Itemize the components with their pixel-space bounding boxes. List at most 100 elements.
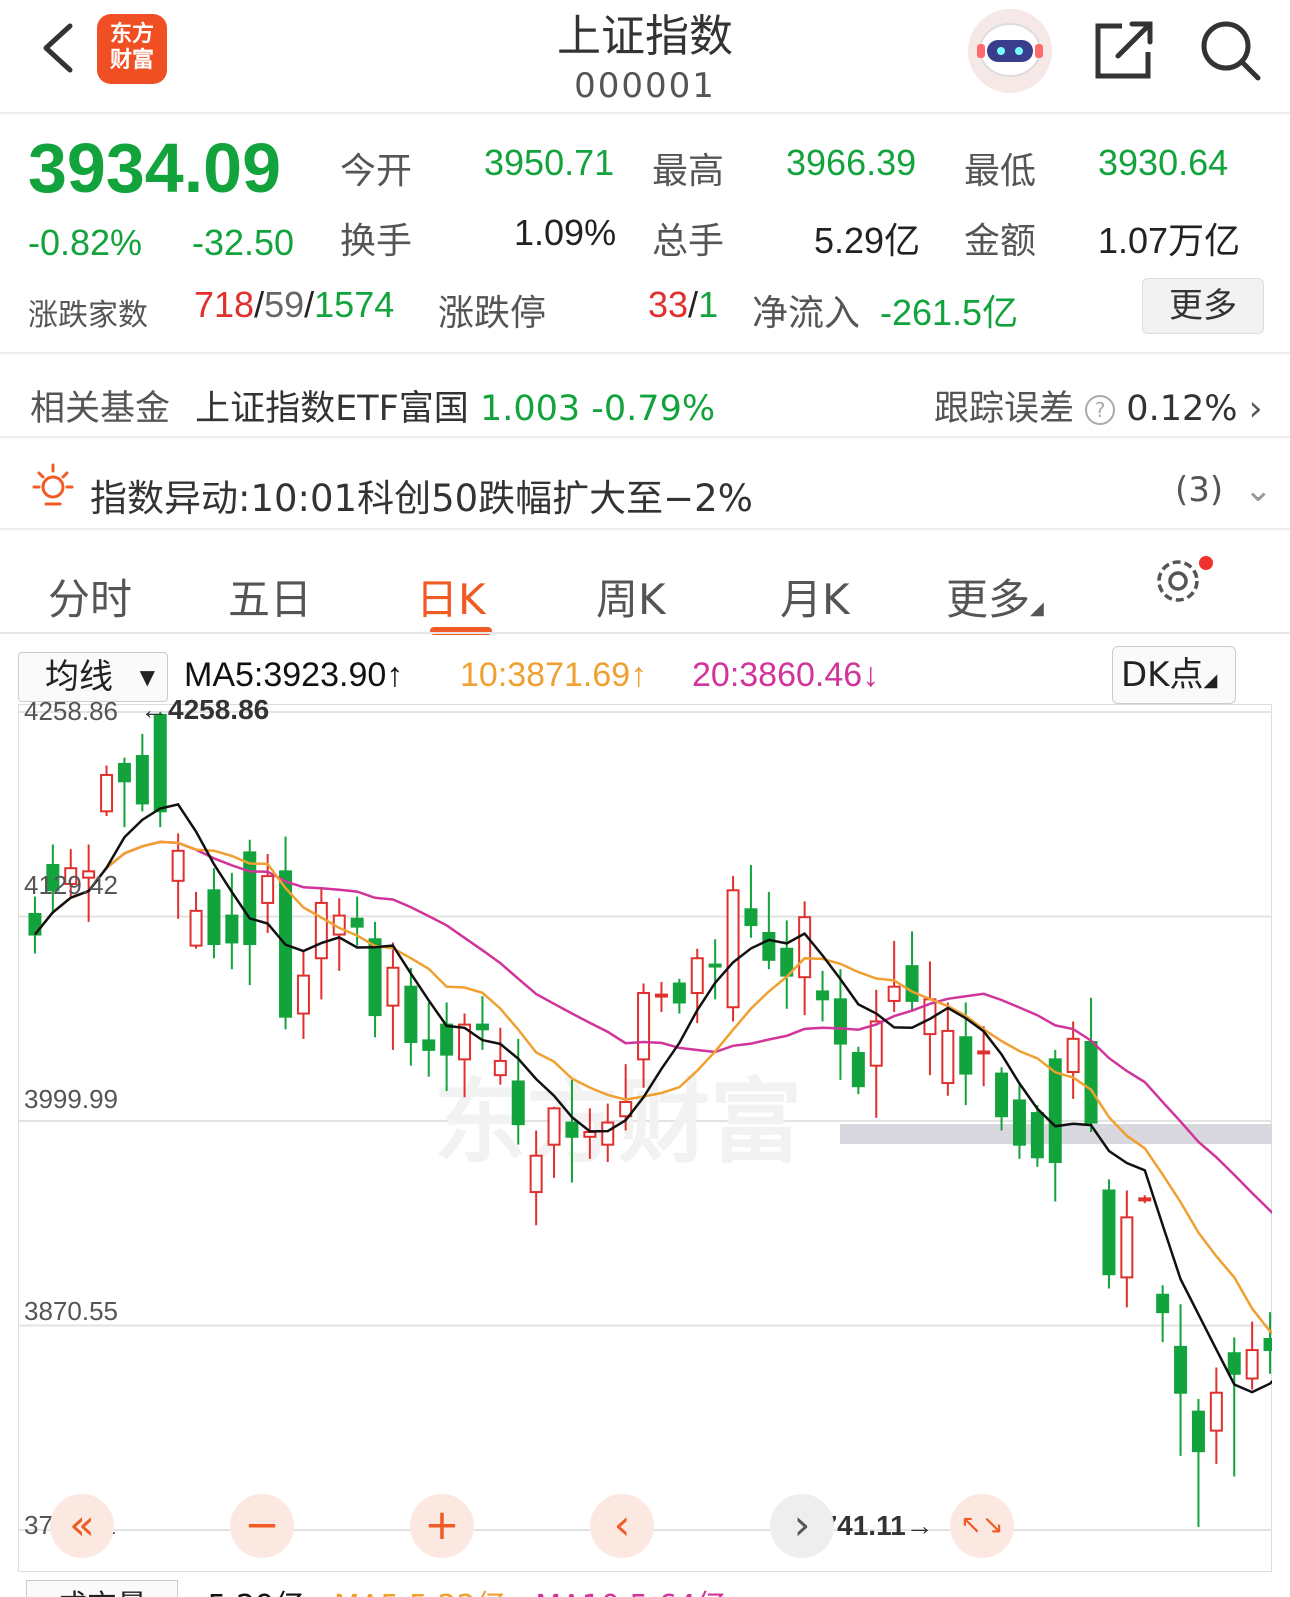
candle-up xyxy=(171,849,185,882)
candle-down xyxy=(708,963,722,968)
y-tick-label: 3999.99 xyxy=(24,1084,118,1114)
limit-values: 33/1 xyxy=(648,284,719,325)
candle-down xyxy=(1263,1338,1272,1352)
candle-up xyxy=(100,773,114,813)
settings-gear-icon[interactable] xyxy=(1152,554,1218,606)
change-percent: -0.82% xyxy=(28,222,143,263)
volume-indicator-row[interactable]: 成交量 5.29亿 MA5 5.22亿 MA10 5.64亿 xyxy=(26,1580,726,1597)
open-value: 3950.71 xyxy=(484,142,615,183)
related-fund-row[interactable]: 相关基金 上证指数ETF富国 1.003 -0.79% xyxy=(30,380,715,431)
candle-up xyxy=(493,1059,507,1077)
candle-up xyxy=(1066,1037,1080,1073)
tab-daily-k[interactable]: 日K xyxy=(416,566,486,627)
candle-up xyxy=(977,1050,991,1055)
breadth-flat: 59 xyxy=(264,284,305,325)
alert-label: 指数异动: xyxy=(90,477,251,520)
candle-down xyxy=(1191,1410,1205,1453)
candle-down xyxy=(1012,1099,1026,1146)
limit-label: 涨跌停 xyxy=(438,293,547,334)
candle-down xyxy=(1102,1189,1116,1276)
candle-down xyxy=(744,908,758,927)
corner-triangle-icon: ◢ xyxy=(1203,670,1218,691)
y-tick-label: 3870.55 xyxy=(24,1296,118,1326)
candle-down xyxy=(1030,1112,1044,1159)
netflow-value: -261.5亿 xyxy=(880,292,1019,333)
tab-more[interactable]: 更多◢ xyxy=(946,566,1044,627)
zoom-in-button[interactable]: + xyxy=(410,1494,474,1558)
current-price: 3934.09 xyxy=(28,129,282,207)
candle-down xyxy=(207,889,221,946)
candle-down xyxy=(1227,1352,1241,1375)
candle-up xyxy=(1138,1197,1152,1202)
candle-down xyxy=(1084,1040,1098,1124)
fund-label: 相关基金 xyxy=(30,389,171,429)
divider xyxy=(0,352,1290,354)
candle-up xyxy=(726,889,740,1009)
tracking-error-value: 0.12% xyxy=(1126,389,1238,429)
open-label: 今开 xyxy=(340,151,413,192)
more-quote-button[interactable]: 更多 xyxy=(1142,278,1264,334)
tab-more-label: 更多 xyxy=(946,575,1031,624)
change-value: -32.50 xyxy=(192,222,295,263)
dk-point-button[interactable]: DK点◢ xyxy=(1112,646,1236,704)
candle-up xyxy=(386,966,400,1007)
candle-up xyxy=(1120,1216,1134,1279)
candle-down xyxy=(440,1023,454,1056)
dk-point-label: DK点 xyxy=(1121,655,1204,695)
breadth-down: 1574 xyxy=(314,284,395,325)
expand-button[interactable]: ↖↘ xyxy=(950,1494,1014,1558)
y-tick-label: 4258.86 xyxy=(24,696,118,726)
ai-assistant-robot-icon[interactable] xyxy=(965,6,1055,96)
fund-change: -0.79% xyxy=(591,389,716,429)
turnover-value: 1.09% xyxy=(514,212,617,253)
candle-down xyxy=(995,1072,1009,1118)
netflow-label: 净流入 xyxy=(752,293,861,334)
candle-down xyxy=(1174,1345,1188,1394)
candle-up xyxy=(314,901,328,960)
tab-intraday[interactable]: 分时 xyxy=(48,566,132,627)
breadth-values: 718/59/1574 xyxy=(194,284,395,325)
volume-select[interactable]: 成交量 xyxy=(26,1580,178,1597)
chevron-right-icon: › xyxy=(1248,389,1263,429)
divider xyxy=(0,632,1290,634)
amount-value: 1.07万亿 xyxy=(1098,220,1241,261)
fund-name: 上证指数ETF富国 xyxy=(195,389,469,429)
top-bar: 东方 财富 上证指数 000001 xyxy=(0,0,1290,114)
candle-up xyxy=(690,957,704,995)
tracking-error-label: 跟踪误差 xyxy=(934,389,1075,429)
candle-down xyxy=(350,917,364,928)
fast-back-button[interactable]: « xyxy=(50,1494,114,1558)
help-icon[interactable]: ? xyxy=(1085,395,1116,425)
candle-up xyxy=(189,909,203,947)
zoom-out-button[interactable]: − xyxy=(230,1494,294,1558)
corner-triangle-icon: ◢ xyxy=(1030,598,1044,619)
chevron-down-icon: ⌄ xyxy=(1243,470,1273,510)
candle-up xyxy=(296,974,310,1015)
candle-up xyxy=(887,985,901,1002)
tracking-error[interactable]: 跟踪误差 ? 0.12% › xyxy=(934,380,1263,431)
candle-down xyxy=(762,931,776,961)
next-button[interactable]: › xyxy=(770,1494,834,1558)
amount-label: 金额 xyxy=(964,221,1037,262)
candle-down xyxy=(225,914,239,944)
candle-up xyxy=(869,1020,883,1067)
sun-alert-icon xyxy=(32,463,74,506)
share-icon[interactable] xyxy=(1092,18,1158,82)
tab-weekly-k[interactable]: 周K xyxy=(596,566,666,627)
index-alert[interactable]: 指数异动:10:01科创50跌幅扩大至−2% xyxy=(90,468,753,522)
candle-down xyxy=(959,1036,973,1075)
alert-count[interactable]: (3) ⌄ xyxy=(1175,470,1272,510)
candle-down xyxy=(816,990,830,1001)
watermark-logo: 东方财富 xyxy=(434,1069,802,1176)
candle-down xyxy=(475,1023,489,1031)
ma5-value: MA5:3923.90↑ xyxy=(184,656,404,694)
search-icon[interactable] xyxy=(1198,18,1262,82)
candle-down xyxy=(511,1080,525,1126)
tab-five-day[interactable]: 五日 xyxy=(228,566,312,627)
limit-down: 1 xyxy=(698,284,719,325)
high-value: 3966.39 xyxy=(786,142,917,183)
candle-down xyxy=(404,985,418,1043)
candlestick-chart[interactable]: 东方财富 xyxy=(18,704,1272,1572)
tab-monthly-k[interactable]: 月K xyxy=(780,566,850,627)
previous-button[interactable]: ‹ xyxy=(590,1494,654,1558)
